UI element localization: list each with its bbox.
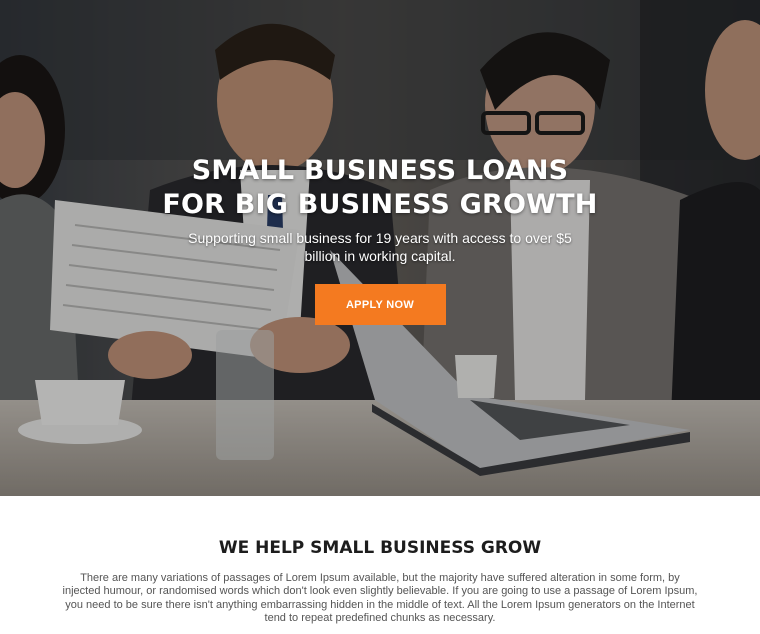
apply-now-button[interactable]: APPLY NOW <box>314 284 446 325</box>
hero-title-line-1: SMALL BUSINESS LOANS <box>191 155 569 186</box>
hero-title: SMALL BUSINESS LOANS FOR BIG BUSINESS GR… <box>0 154 760 222</box>
help-section: WE HELP SMALL BUSINESS GROW There are ma… <box>0 496 760 626</box>
section-title: WE HELP SMALL BUSINESS GROW <box>218 538 542 558</box>
hero-title-line-2: FOR BIG BUSINESS GROWTH <box>162 189 598 220</box>
hero-content: SMALL BUSINESS LOANS FOR BIG BUSINESS GR… <box>0 154 760 325</box>
section-body-text: There are many variations of passages of… <box>62 572 698 625</box>
hero-banner: SMALL BUSINESS LOANS FOR BIG BUSINESS GR… <box>0 0 760 496</box>
hero-subtitle: Supporting small business for 19 years w… <box>188 230 572 264</box>
